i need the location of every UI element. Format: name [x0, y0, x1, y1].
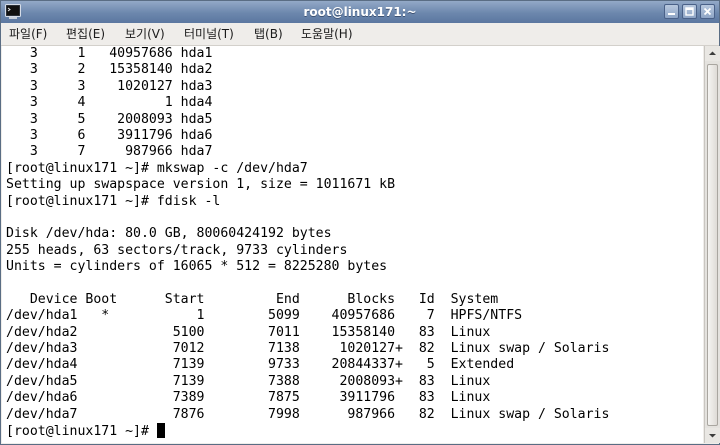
terminal-line: [root@linux171 ~]# fdisk -l — [6, 193, 221, 209]
scrollbar-thumb[interactable] — [707, 64, 718, 426]
terminal-line: 3 1 40957686 hda1 — [6, 46, 213, 61]
terminal-line: 3 7 987966 hda7 — [6, 144, 213, 160]
terminal-line: /dev/hda7 7876 7998 987966 82 Linux swap… — [6, 406, 610, 422]
maximize-button[interactable] — [682, 4, 697, 19]
menu-bar: 파일(F) 편집(E) 보기(V) 터미널(T) 탭(B) 도움말(H) — [1, 23, 719, 46]
minimize-icon — [668, 13, 675, 15]
terminal-line: 255 heads, 63 sectors/track, 9733 cylind… — [6, 242, 348, 258]
terminal-line: /dev/hda6 7389 7875 3911796 83 Linux — [6, 390, 491, 406]
terminal-line: Setting up swapspace version 1, size = 1… — [6, 177, 396, 193]
terminal-text: 3 1 40957686 hda1 3 2 15358140 hda2 3 3 … — [2, 46, 703, 439]
terminal-line: Disk /dev/hda: 80.0 GB, 80060424192 byte… — [6, 226, 332, 242]
menu-file[interactable]: 파일(F) — [9, 26, 47, 42]
window-title: root@linux171:~ — [303, 5, 417, 19]
title-bar[interactable]: root@linux171:~ — [1, 1, 719, 23]
close-icon — [703, 7, 712, 16]
menu-tabs[interactable]: 탭(B) — [254, 26, 283, 42]
arrow-up-icon — [709, 51, 716, 55]
terminal-line: [root@linux171 ~]# mkswap -c /dev/hda7 — [6, 160, 308, 176]
minimize-button[interactable] — [664, 4, 679, 19]
text-cursor — [156, 422, 165, 438]
scroll-up-button[interactable] — [705, 46, 720, 61]
arrow-down-icon — [709, 434, 716, 438]
vertical-scrollbar[interactable] — [704, 46, 720, 443]
menu-help[interactable]: 도움말(H) — [301, 26, 353, 42]
terminal-prompt-line: [root@linux171 ~]# — [6, 422, 703, 439]
terminal-line: 3 3 1020127 hda3 — [6, 78, 213, 94]
terminal-window: root@linux171:~ 파일(F) 편집(E) 보기(V) 터미널(T)… — [0, 0, 720, 445]
terminal-line: /dev/hda4 7139 9733 20844337+ 5 Extended — [6, 357, 515, 373]
terminal-line: /dev/hda5 7139 7388 2008093+ 83 Linux — [6, 373, 491, 389]
terminal-line: /dev/hda3 7012 7138 1020127+ 82 Linux sw… — [6, 341, 610, 357]
menu-view[interactable]: 보기(V) — [125, 26, 165, 42]
terminal-line: /dev/hda2 5100 7011 15358140 83 Linux — [6, 324, 491, 340]
terminal-line: 3 2 15358140 hda2 — [6, 62, 213, 78]
terminal-output[interactable]: 3 1 40957686 hda1 3 2 15358140 hda2 3 3 … — [2, 46, 703, 443]
shell-prompt: [root@linux171 ~]# — [6, 423, 157, 439]
scroll-down-button[interactable] — [705, 428, 720, 443]
terminal-line: 3 6 3911796 hda6 — [6, 127, 213, 143]
menu-edit[interactable]: 편집(E) — [66, 26, 105, 42]
terminal-line: Device Boot Start End Blocks Id System — [6, 291, 499, 307]
menu-terminal[interactable]: 터미널(T) — [184, 26, 234, 42]
close-button[interactable] — [700, 4, 715, 19]
terminal-line: 3 4 1 hda4 — [6, 95, 213, 111]
terminal-line: /dev/hda1 * 1 5099 40957686 7 HPFS/NTFS — [6, 308, 523, 324]
maximize-icon — [685, 7, 694, 16]
terminal-line: Units = cylinders of 16065 * 512 = 82252… — [6, 259, 388, 275]
terminal-line: 3 5 2008093 hda5 — [6, 111, 213, 127]
